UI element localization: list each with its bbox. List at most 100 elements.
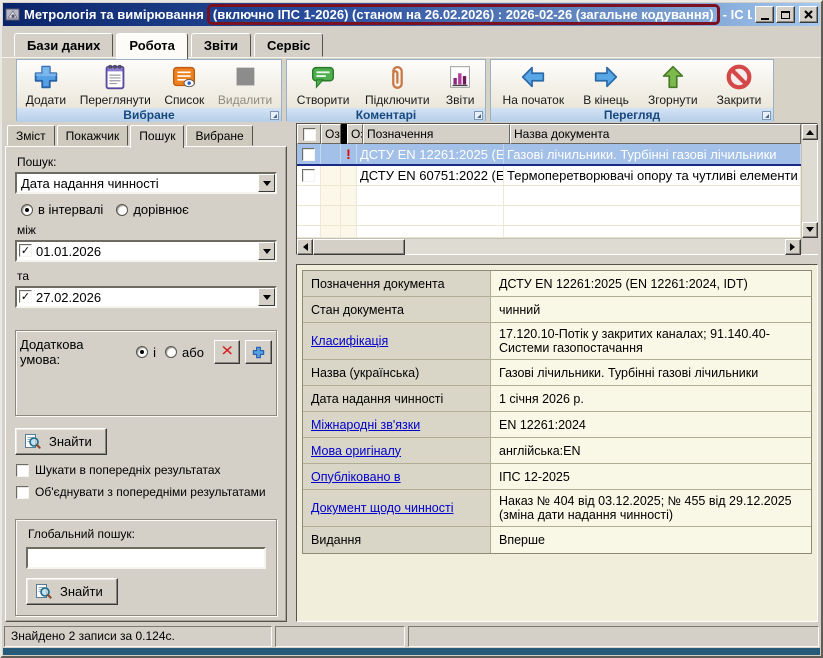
table-row: Мова оригіналу англійська:EN (303, 438, 811, 464)
go-last-button[interactable]: В кінець (580, 61, 632, 108)
sidebar: Зміст Покажчик Пошук Вибране Пошук: Дата… (5, 123, 287, 622)
column-header-ozn[interactable]: Озн (321, 124, 341, 144)
dropdown-button[interactable] (258, 288, 275, 306)
status-bar: Знайдено 2 записи за 0.124с. (2, 624, 821, 648)
detail-value: чинний (499, 303, 540, 317)
tab-bazy-danykh[interactable]: Бази даних (14, 33, 113, 57)
search-label: Пошук: (17, 155, 277, 169)
dropdown-button[interactable] (258, 242, 275, 260)
add-condition-button[interactable] (245, 340, 272, 364)
dialog-launcher-icon[interactable] (474, 111, 483, 120)
equals-radio[interactable] (116, 204, 128, 216)
find-button[interactable]: Знайти (15, 428, 107, 455)
date-to-checkbox[interactable]: ✓ (19, 290, 32, 303)
content-area: Озн Оз Позначення Назва документа ! ДСТУ… (296, 123, 818, 622)
view-button[interactable]: Переглянути (77, 61, 154, 108)
published-in-link[interactable]: Опубліковано в (311, 470, 401, 484)
original-language-link[interactable]: Мова оригіналу (311, 444, 401, 458)
search-panel: Пошук: Дата надання чинності в інтервалі… (5, 146, 287, 622)
detail-value: Вперше (499, 533, 545, 547)
maximize-button[interactable] (776, 6, 795, 23)
view-notepad-icon (100, 62, 130, 92)
sidebar-tab-vybrane[interactable]: Вибране (186, 125, 252, 146)
reports-button[interactable]: Звіти (442, 61, 478, 108)
scroll-up-button[interactable] (802, 124, 818, 140)
scroll-right-button[interactable] (785, 239, 801, 255)
tab-zvity[interactable]: Звіти (191, 33, 251, 57)
table-row[interactable]: ДСТУ EN 60751:2022 (EN Термоперетворювач… (297, 166, 801, 186)
group-caption: Перегляд (604, 108, 660, 122)
and-radio[interactable] (136, 346, 148, 358)
scroll-down-button[interactable] (802, 222, 818, 238)
create-comment-button[interactable]: Створити (294, 61, 353, 108)
collapse-button[interactable]: Згорнути (645, 61, 701, 108)
window-bottom-border (3, 648, 820, 655)
or-radio[interactable] (165, 346, 177, 358)
scroll-left-button[interactable] (297, 239, 313, 255)
merge-with-previous-label: Об'єднувати з попередніми результатами (35, 485, 266, 499)
table-row[interactable]: ! ДСТУ EN 12261:2025 (EN Газові лічильни… (297, 144, 801, 166)
global-search-label: Глобальний пошук: (28, 527, 266, 541)
global-search-input[interactable] (26, 547, 266, 569)
triangle-down-icon (806, 227, 814, 236)
close-button[interactable] (799, 6, 818, 23)
go-first-button[interactable]: На початок (500, 61, 568, 108)
add-button[interactable]: Додати (23, 61, 69, 108)
interval-radio[interactable] (21, 204, 33, 216)
triangle-left-icon (299, 243, 308, 251)
row-checkbox[interactable] (302, 169, 315, 182)
dialog-launcher-icon[interactable] (762, 111, 771, 120)
detail-value: 1 січня 2026 р. (499, 392, 584, 406)
tab-robota[interactable]: Робота (116, 33, 188, 59)
global-search-box: Глобальний пошук: Знайти (15, 519, 277, 616)
minimize-icon (761, 18, 769, 20)
horizontal-splitter[interactable] (296, 255, 818, 264)
date-from-combobox[interactable]: ✓ 01.01.2026 (15, 240, 277, 262)
arrow-up-icon (658, 62, 688, 92)
date-to-combobox[interactable]: ✓ 27.02.2026 (15, 286, 277, 308)
column-header-designation[interactable]: Позначення (363, 124, 510, 144)
detail-value: ІПС 12-2025 (499, 470, 570, 484)
row-checkbox[interactable] (302, 148, 315, 161)
date-from-checkbox[interactable]: ✓ (19, 244, 32, 257)
search-field-combobox[interactable]: Дата надання чинності (15, 172, 277, 194)
attach-comment-button[interactable]: Підключити (362, 61, 433, 108)
find-icon (35, 583, 52, 600)
dialog-launcher-icon[interactable] (270, 111, 279, 120)
global-find-button[interactable]: Знайти (26, 578, 118, 605)
sidebar-tab-poshuk[interactable]: Пошук (130, 125, 184, 148)
search-in-previous-checkbox[interactable] (16, 464, 29, 477)
detail-label: Дата надання чинності (311, 392, 443, 406)
tab-servis[interactable]: Сервіс (254, 33, 323, 57)
table-row: Видання Вперше (303, 527, 811, 553)
international-links-link[interactable]: Міжнародні зв'язки (311, 418, 420, 432)
minimize-button[interactable] (755, 6, 774, 23)
remove-condition-button[interactable]: ✕ (214, 340, 241, 364)
sidebar-tab-zmist[interactable]: Зміст (7, 125, 55, 146)
list-button[interactable]: Список (161, 61, 207, 108)
column-header-oz[interactable]: Оз (347, 124, 363, 144)
validity-flag: ! (341, 144, 357, 164)
sidebar-tab-pokazhchyk[interactable]: Покажчик (57, 125, 129, 146)
results-rows: ! ДСТУ EN 12261:2025 (EN Газові лічильни… (297, 144, 801, 238)
status-panel (275, 626, 405, 647)
horizontal-scrollbar[interactable] (297, 238, 801, 254)
select-all-header[interactable] (297, 124, 321, 144)
table-row: Класифікація 17.120.10-Потік у закритих … (303, 323, 811, 360)
classification-link[interactable]: Класифікація (311, 334, 388, 348)
scrollbar-track[interactable] (802, 140, 817, 222)
close-view-button[interactable]: Закрити (714, 61, 765, 108)
search-in-previous-label: Шукати в попередніх результатах (35, 463, 221, 477)
list-icon (169, 62, 199, 92)
vertical-scrollbar[interactable] (801, 124, 817, 254)
vertical-splitter[interactable] (287, 123, 296, 622)
search-field-value: Дата надання чинності (17, 174, 258, 192)
scrollbar-thumb[interactable] (313, 239, 405, 255)
column-header-name[interactable]: Назва документа (510, 124, 801, 144)
header-checkbox[interactable] (303, 128, 316, 141)
merge-with-previous-checkbox[interactable] (16, 486, 29, 499)
dropdown-button[interactable] (258, 174, 275, 192)
validity-document-link[interactable]: Документ щодо чинності (311, 501, 453, 515)
row-name: Газові лічильники. Турбінні газові лічил… (504, 144, 801, 164)
delete-button[interactable]: Видалити (215, 61, 275, 108)
